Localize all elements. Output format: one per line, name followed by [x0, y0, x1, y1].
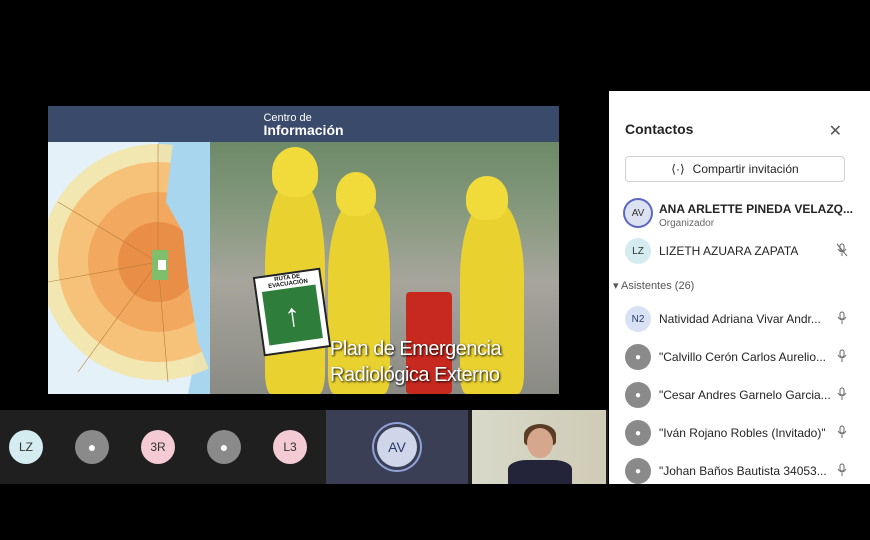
participant-name: ANA ARLETTE PINEDA VELAZQ... — [659, 202, 854, 216]
slide-caption-line1: Plan de Emergencia — [330, 338, 502, 360]
attendee-row[interactable]: N2 Natividad Adriana Vivar Andr... — [609, 300, 870, 338]
share-invitation-label: Compartir invitación — [692, 162, 799, 176]
hazmat-hood — [466, 176, 508, 220]
arrow-up-icon: ↑ — [261, 284, 323, 346]
participant-name: "Johan Baños Bautista 34053... — [659, 464, 827, 478]
hazmat-hood — [336, 172, 376, 216]
microphone-icon[interactable] — [836, 349, 848, 366]
slide-body: RUTA DE EVACUACIÓN ↑ Plan de Emergencia … — [48, 142, 559, 394]
attendees-section-header[interactable]: ▾ Asistentes (26) — [613, 279, 694, 292]
participant-name: LIZETH AZUARA ZAPATA — [659, 244, 799, 258]
participant-role: Organizador — [659, 218, 715, 229]
microphone-icon[interactable] — [836, 387, 848, 404]
participant-tile[interactable]: L3 — [264, 410, 316, 484]
organizer-row[interactable]: AV ANA ARLETTE PINEDA VELAZQ... Organiza… — [609, 194, 870, 232]
participant-tile[interactable]: 3R — [132, 410, 184, 484]
avatar: ● — [625, 458, 651, 484]
mic-off-icon[interactable] — [836, 243, 848, 260]
active-speaker-avatar: AV — [377, 427, 417, 467]
attendee-row[interactable]: ● "Iván Rojano Robles (Invitado)" — [609, 414, 870, 452]
avatar: ● — [625, 382, 651, 408]
person-icon: ● — [219, 439, 229, 455]
active-speaker-tile[interactable]: AV — [326, 410, 468, 484]
avatar: N2 — [625, 306, 651, 332]
avatar: L3 — [273, 430, 307, 464]
share-invitation-button[interactable]: ⟨·⟩ Compartir invitación — [625, 156, 845, 182]
hazmat-hood — [272, 147, 318, 197]
emergency-team-photo: RUTA DE EVACUACIÓN ↑ Plan de Emergencia … — [210, 142, 559, 394]
participant-video[interactable] — [472, 410, 606, 484]
slide-caption-line2: Radiológica Externo — [330, 364, 500, 386]
participant-tile[interactable]: ● — [66, 410, 118, 484]
microphone-icon[interactable] — [836, 425, 848, 442]
person-icon: ● — [87, 439, 97, 455]
attendee-row[interactable]: ● "Cesar Andres Garnelo Garcia... — [609, 376, 870, 414]
person-face — [527, 428, 553, 458]
participant-name: "Iván Rojano Robles (Invitado)" — [659, 426, 826, 440]
attendee-row[interactable]: ● "Johan Baños Bautista 34053... — [609, 452, 870, 484]
participant-name: Natividad Adriana Vivar Andr... — [659, 312, 821, 326]
avatar: ● — [207, 430, 241, 464]
participant-tile[interactable]: LZ — [0, 410, 52, 484]
participant-name: "Cesar Andres Garnelo Garcia... — [659, 388, 831, 402]
person-body — [508, 460, 572, 484]
avatar: ● — [625, 420, 651, 446]
participant-name: "Calvillo Cerón Carlos Aurelio... — [659, 350, 826, 364]
avatar: ● — [625, 344, 651, 370]
organizer-row[interactable]: LZ LIZETH AZUARA ZAPATA — [609, 232, 870, 270]
share-icon: ⟨·⟩ — [671, 162, 685, 176]
chevron-down-icon: ▾ — [613, 280, 619, 292]
participant-strip: LZ ● 3R ● L3 AV — [0, 410, 608, 484]
avatar: LZ — [9, 430, 43, 464]
avatar: ● — [75, 430, 109, 464]
presentation-slide: Centro de Información RUTA DE EVACUACIÓN… — [48, 106, 559, 394]
slide-caption: Plan de Emergencia Radiológica Externo — [330, 336, 502, 388]
evacuation-zone-map — [48, 142, 210, 394]
microphone-icon[interactable] — [836, 311, 848, 328]
panel-title: Contactos — [625, 121, 694, 137]
evacuation-route-sign: RUTA DE EVACUACIÓN ↑ — [252, 267, 332, 357]
avatar: 3R — [141, 430, 175, 464]
attendees-count-label: Asistentes (26) — [620, 280, 695, 292]
slide-header: Centro de Información — [48, 106, 559, 142]
radial-zone-map-image — [48, 142, 210, 394]
logo-line2: Información — [263, 122, 344, 138]
avatar: LZ — [625, 238, 651, 264]
attendee-row[interactable]: ● "Calvillo Cerón Carlos Aurelio... — [609, 338, 870, 376]
close-icon[interactable]: ✕ — [829, 121, 842, 141]
contacts-panel: Contactos ✕ ⟨·⟩ Compartir invitación AV … — [609, 91, 870, 484]
centro-informacion-logo: Centro de Información — [263, 112, 344, 138]
avatar: AV — [625, 200, 651, 226]
participant-tile[interactable]: ● — [198, 410, 250, 484]
microphone-icon[interactable] — [836, 463, 848, 480]
